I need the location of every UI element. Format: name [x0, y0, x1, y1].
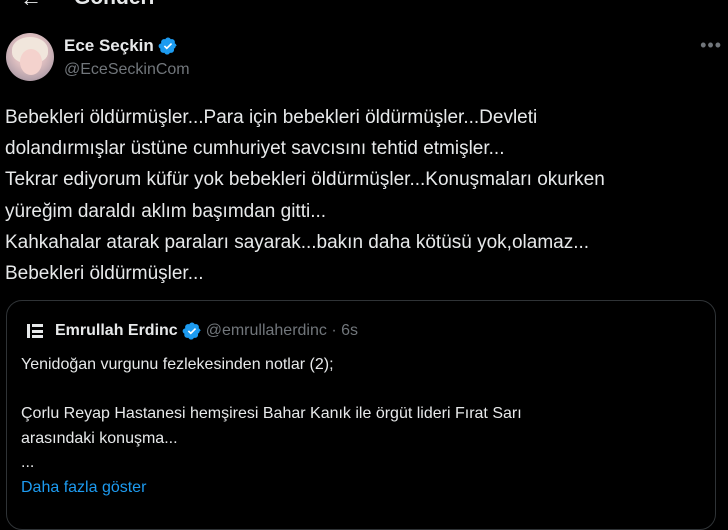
- verified-badge-icon: [182, 322, 201, 340]
- quote-display-name[interactable]: Emrullah Erdinc: [55, 322, 178, 340]
- page-header: ← Gönderi: [0, 0, 728, 12]
- quote-handle-time[interactable]: @emrullaherdinc · 6s: [206, 322, 358, 340]
- quote-header: Emrullah Erdinc @emrullaherdinc · 6s: [27, 321, 358, 341]
- quote-text: Yenidoğan vurgunu fezlekesinden notlar (…: [21, 356, 522, 471]
- page-title: Gönderi: [74, 0, 155, 10]
- avatar[interactable]: [6, 33, 54, 81]
- verified-badge-icon: [158, 37, 177, 55]
- author-display-name[interactable]: Ece Seçkin: [64, 36, 154, 56]
- author-name-row[interactable]: Ece Seçkin: [64, 36, 178, 56]
- author-handle[interactable]: @EceSeckinCom: [64, 61, 190, 79]
- author-row: Ece Seçkin @EceSeckinCom •••: [6, 33, 722, 85]
- more-horizontal-icon[interactable]: •••: [700, 35, 722, 56]
- arrow-left-icon[interactable]: ←: [20, 0, 42, 12]
- quote-avatar-logo-icon: [27, 323, 43, 339]
- show-more-link[interactable]: Daha fazla göster: [21, 479, 146, 497]
- quote-tweet-card[interactable]: Emrullah Erdinc @emrullaherdinc · 6s Yen…: [6, 300, 716, 530]
- tweet-text: Bebekleri öldürmüşler...Para için bebekl…: [5, 107, 605, 285]
